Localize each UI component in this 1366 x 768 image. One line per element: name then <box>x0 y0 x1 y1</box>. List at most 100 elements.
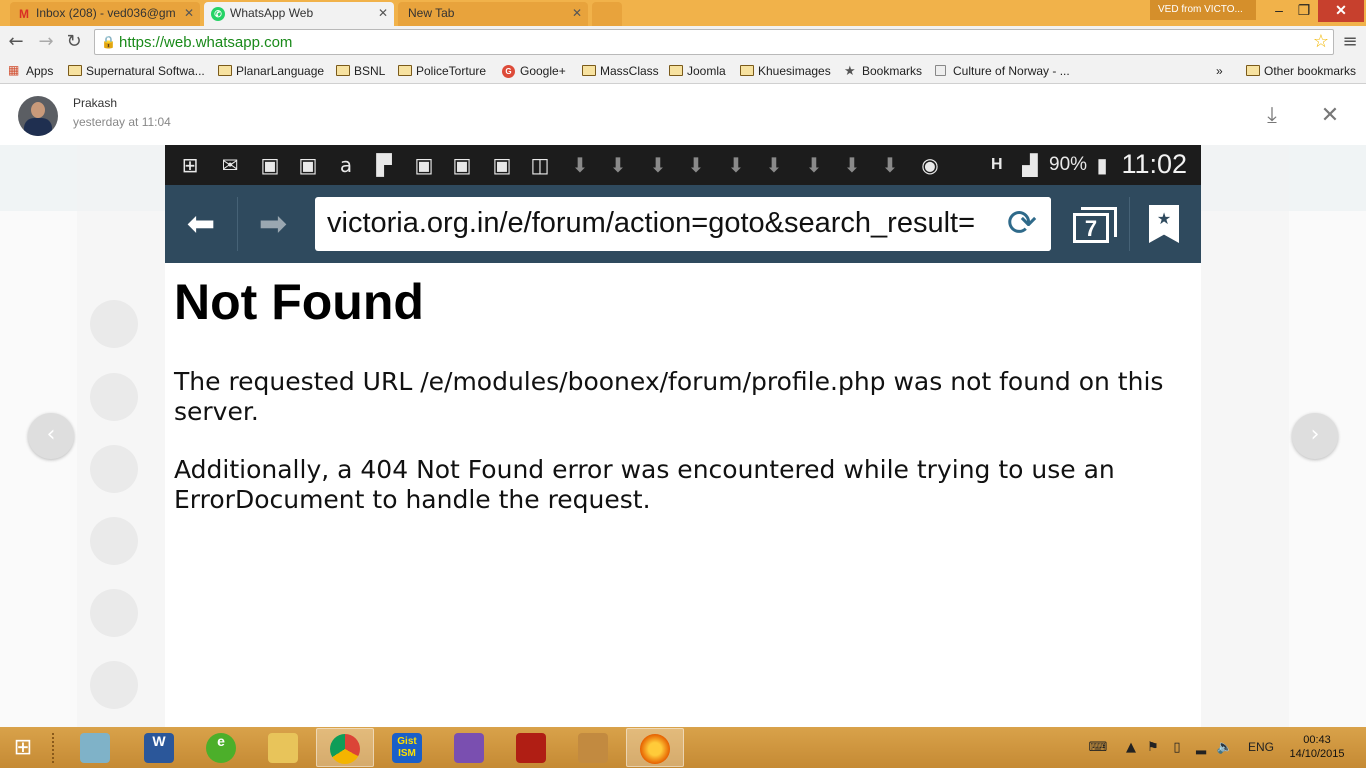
system-clock[interactable]: 00:43 14/10/2015 <box>1282 733 1352 761</box>
shopping-bag-icon: ▣ <box>414 153 434 177</box>
media-viewer-header: Prakash yesterday at 11:04 ⤓ ✕ <box>0 85 1366 145</box>
chrome-icon <box>330 734 360 764</box>
next-media-button[interactable]: › <box>1292 413 1338 459</box>
taskbar-app[interactable]: W <box>130 728 188 767</box>
taskbar-app[interactable]: e <box>192 728 250 767</box>
flipboard-icon: ▛ <box>376 153 392 177</box>
disc-icon: ◉ <box>921 153 939 177</box>
bookmark-folder[interactable]: BSNL <box>334 62 385 80</box>
bookmark-folder[interactable]: PoliceTorture <box>396 62 486 80</box>
background-avatar <box>90 661 138 709</box>
close-tab-icon[interactable]: ✕ <box>184 2 194 24</box>
network-type: H <box>991 156 1003 173</box>
action-center-icon[interactable]: ⚑ <box>1144 739 1162 757</box>
chevron-left-icon: ‹ <box>46 422 56 447</box>
show-hidden-icons[interactable]: ▲ <box>1122 739 1140 757</box>
error-paragraph: The requested URL /e/modules/boonex/foru… <box>174 367 1164 426</box>
bookmark-icon: ★ <box>1149 205 1179 243</box>
phone-status-bar: ⊞ ✉ ▣ ▣ a ▛ ▣ ▣ ▣ ◫ ⬇ ⬇ ⬇ ⬇ ⬇ ⬇ ⬇ ⬇ ⬇ ◉ … <box>165 145 1201 185</box>
window-close-icon[interactable]: ✕ <box>1318 0 1364 22</box>
bookmark-label: Google+ <box>520 64 566 78</box>
bookmark-folder[interactable]: MassClass <box>580 62 659 80</box>
taskbar-app-active[interactable] <box>316 728 374 767</box>
keyboard-icon[interactable]: ⌨ <box>1084 739 1112 757</box>
bookmark-folder[interactable]: Joomla <box>667 62 726 80</box>
star-icon: ★ <box>844 63 856 78</box>
close-tab-icon[interactable]: ✕ <box>572 2 582 24</box>
other-bookmarks[interactable]: Other bookmarks <box>1244 62 1356 80</box>
volume-icon[interactable]: 🔈 <box>1216 739 1234 757</box>
tab-whatsapp[interactable]: ✆ WhatsApp Web ✕ <box>204 2 394 26</box>
refresh-icon: ⟳ <box>993 197 1051 251</box>
shopping-bag-icon: ▣ <box>452 153 472 177</box>
taskbar-app[interactable] <box>564 728 622 767</box>
folder-icon <box>336 65 350 76</box>
bookmark-google-plus[interactable]: G Google+ <box>500 62 566 80</box>
windows-start-icon[interactable]: ⊞ <box>8 735 38 761</box>
previous-media-button[interactable]: ‹ <box>28 413 74 459</box>
bookmark-label: MassClass <box>600 64 659 78</box>
gist-ism-icon: Gist ISM <box>392 733 422 763</box>
sender-name: Prakash <box>73 96 118 110</box>
bookmark-culture-of-norway[interactable]: Culture of Norway - ... <box>933 62 1070 80</box>
bookmark-folder[interactable]: PlanarLanguage <box>216 62 324 80</box>
taskbar-app[interactable] <box>254 728 312 767</box>
minimize-icon[interactable]: – <box>1266 0 1292 22</box>
page-icon <box>935 65 946 76</box>
forward-icon[interactable]: → <box>34 30 58 54</box>
clock-date: 14/10/2015 <box>1289 748 1345 760</box>
bookmark-star-icon[interactable]: ☆ <box>1313 31 1329 52</box>
maximize-icon[interactable]: ❐ <box>1292 0 1316 22</box>
language-indicator[interactable]: ENG <box>1248 727 1274 768</box>
plus-box-icon: ⊞ <box>181 153 199 177</box>
apps-grid-icon: ▦ <box>8 63 20 77</box>
new-tab-button[interactable] <box>592 2 622 26</box>
download-arrow-icon: ⬇ <box>571 153 589 177</box>
address-bar[interactable]: 🔒 https://web.whatsapp.com ☆ <box>94 29 1334 55</box>
profile-button[interactable]: VED from VICTO... <box>1150 0 1256 20</box>
tab-gmail[interactable]: M Inbox (208) - ved036@gm ✕ <box>10 2 200 26</box>
bookmark-label: Khuesimages <box>758 64 831 78</box>
download-arrow-icon: ⬇ <box>881 153 899 177</box>
tab-label: Inbox (208) - ved036@gm <box>36 6 176 20</box>
tabs-icon: 7 <box>1073 205 1117 245</box>
bookmark-folder[interactable]: Khuesimages <box>738 62 831 80</box>
lock-icon: 🔒 <box>101 35 116 49</box>
battery-icon: ▮ <box>1096 153 1108 177</box>
clock-time: 00:43 <box>1303 734 1331 746</box>
app-icon <box>578 733 608 763</box>
download-arrow-icon: ⬇ <box>843 153 861 177</box>
taskbar-app[interactable] <box>626 728 684 767</box>
winrar-icon <box>454 733 484 763</box>
reload-icon[interactable]: ↻ <box>62 30 86 54</box>
bookmark-folder[interactable]: Supernatural Softwa... <box>66 62 205 80</box>
address-url: https://web.whatsapp.com <box>119 34 293 51</box>
message-timestamp: yesterday at 11:04 <box>73 115 171 129</box>
bookmark-bookmarks[interactable]: ★ Bookmarks <box>842 62 922 80</box>
taskbar-app[interactable] <box>66 728 124 767</box>
menu-icon[interactable]: ≡ <box>1340 30 1360 54</box>
folder-icon <box>582 65 596 76</box>
phone-url: victoria.org.in/e/forum/action=goto&sear… <box>327 207 976 239</box>
taskbar-app[interactable] <box>440 728 498 767</box>
avatar <box>18 96 58 136</box>
power-icon[interactable]: ▯ <box>1168 739 1186 757</box>
tab-new-tab[interactable]: New Tab ✕ <box>398 2 588 26</box>
bookmarks-overflow-button[interactable]: » <box>1216 62 1223 80</box>
bookmark-label: Bookmarks <box>862 64 923 78</box>
taskbar-app[interactable]: Gist ISM <box>378 728 436 767</box>
download-arrow-icon: ⬇ <box>609 153 627 177</box>
bookmark-label: Joomla <box>687 64 726 78</box>
file-explorer-icon <box>268 733 298 763</box>
back-icon[interactable]: ← <box>4 30 28 54</box>
bookmark-apps[interactable]: ▦ Apps <box>6 62 53 80</box>
download-icon[interactable]: ⤓ <box>1259 103 1285 129</box>
close-icon[interactable]: ✕ <box>1317 103 1343 129</box>
forward-arrow-icon: ➡ <box>258 204 288 244</box>
shopping-bag-icon: ▣ <box>260 153 280 177</box>
close-tab-icon[interactable]: ✕ <box>378 2 388 24</box>
phone-browser-toolbar: ⬅ ➡ victoria.org.in/e/forum/action=goto&… <box>165 185 1201 263</box>
taskbar-app[interactable] <box>502 728 560 767</box>
network-signal-icon[interactable]: ▂ <box>1192 739 1210 757</box>
download-arrow-icon: ⬇ <box>765 153 783 177</box>
